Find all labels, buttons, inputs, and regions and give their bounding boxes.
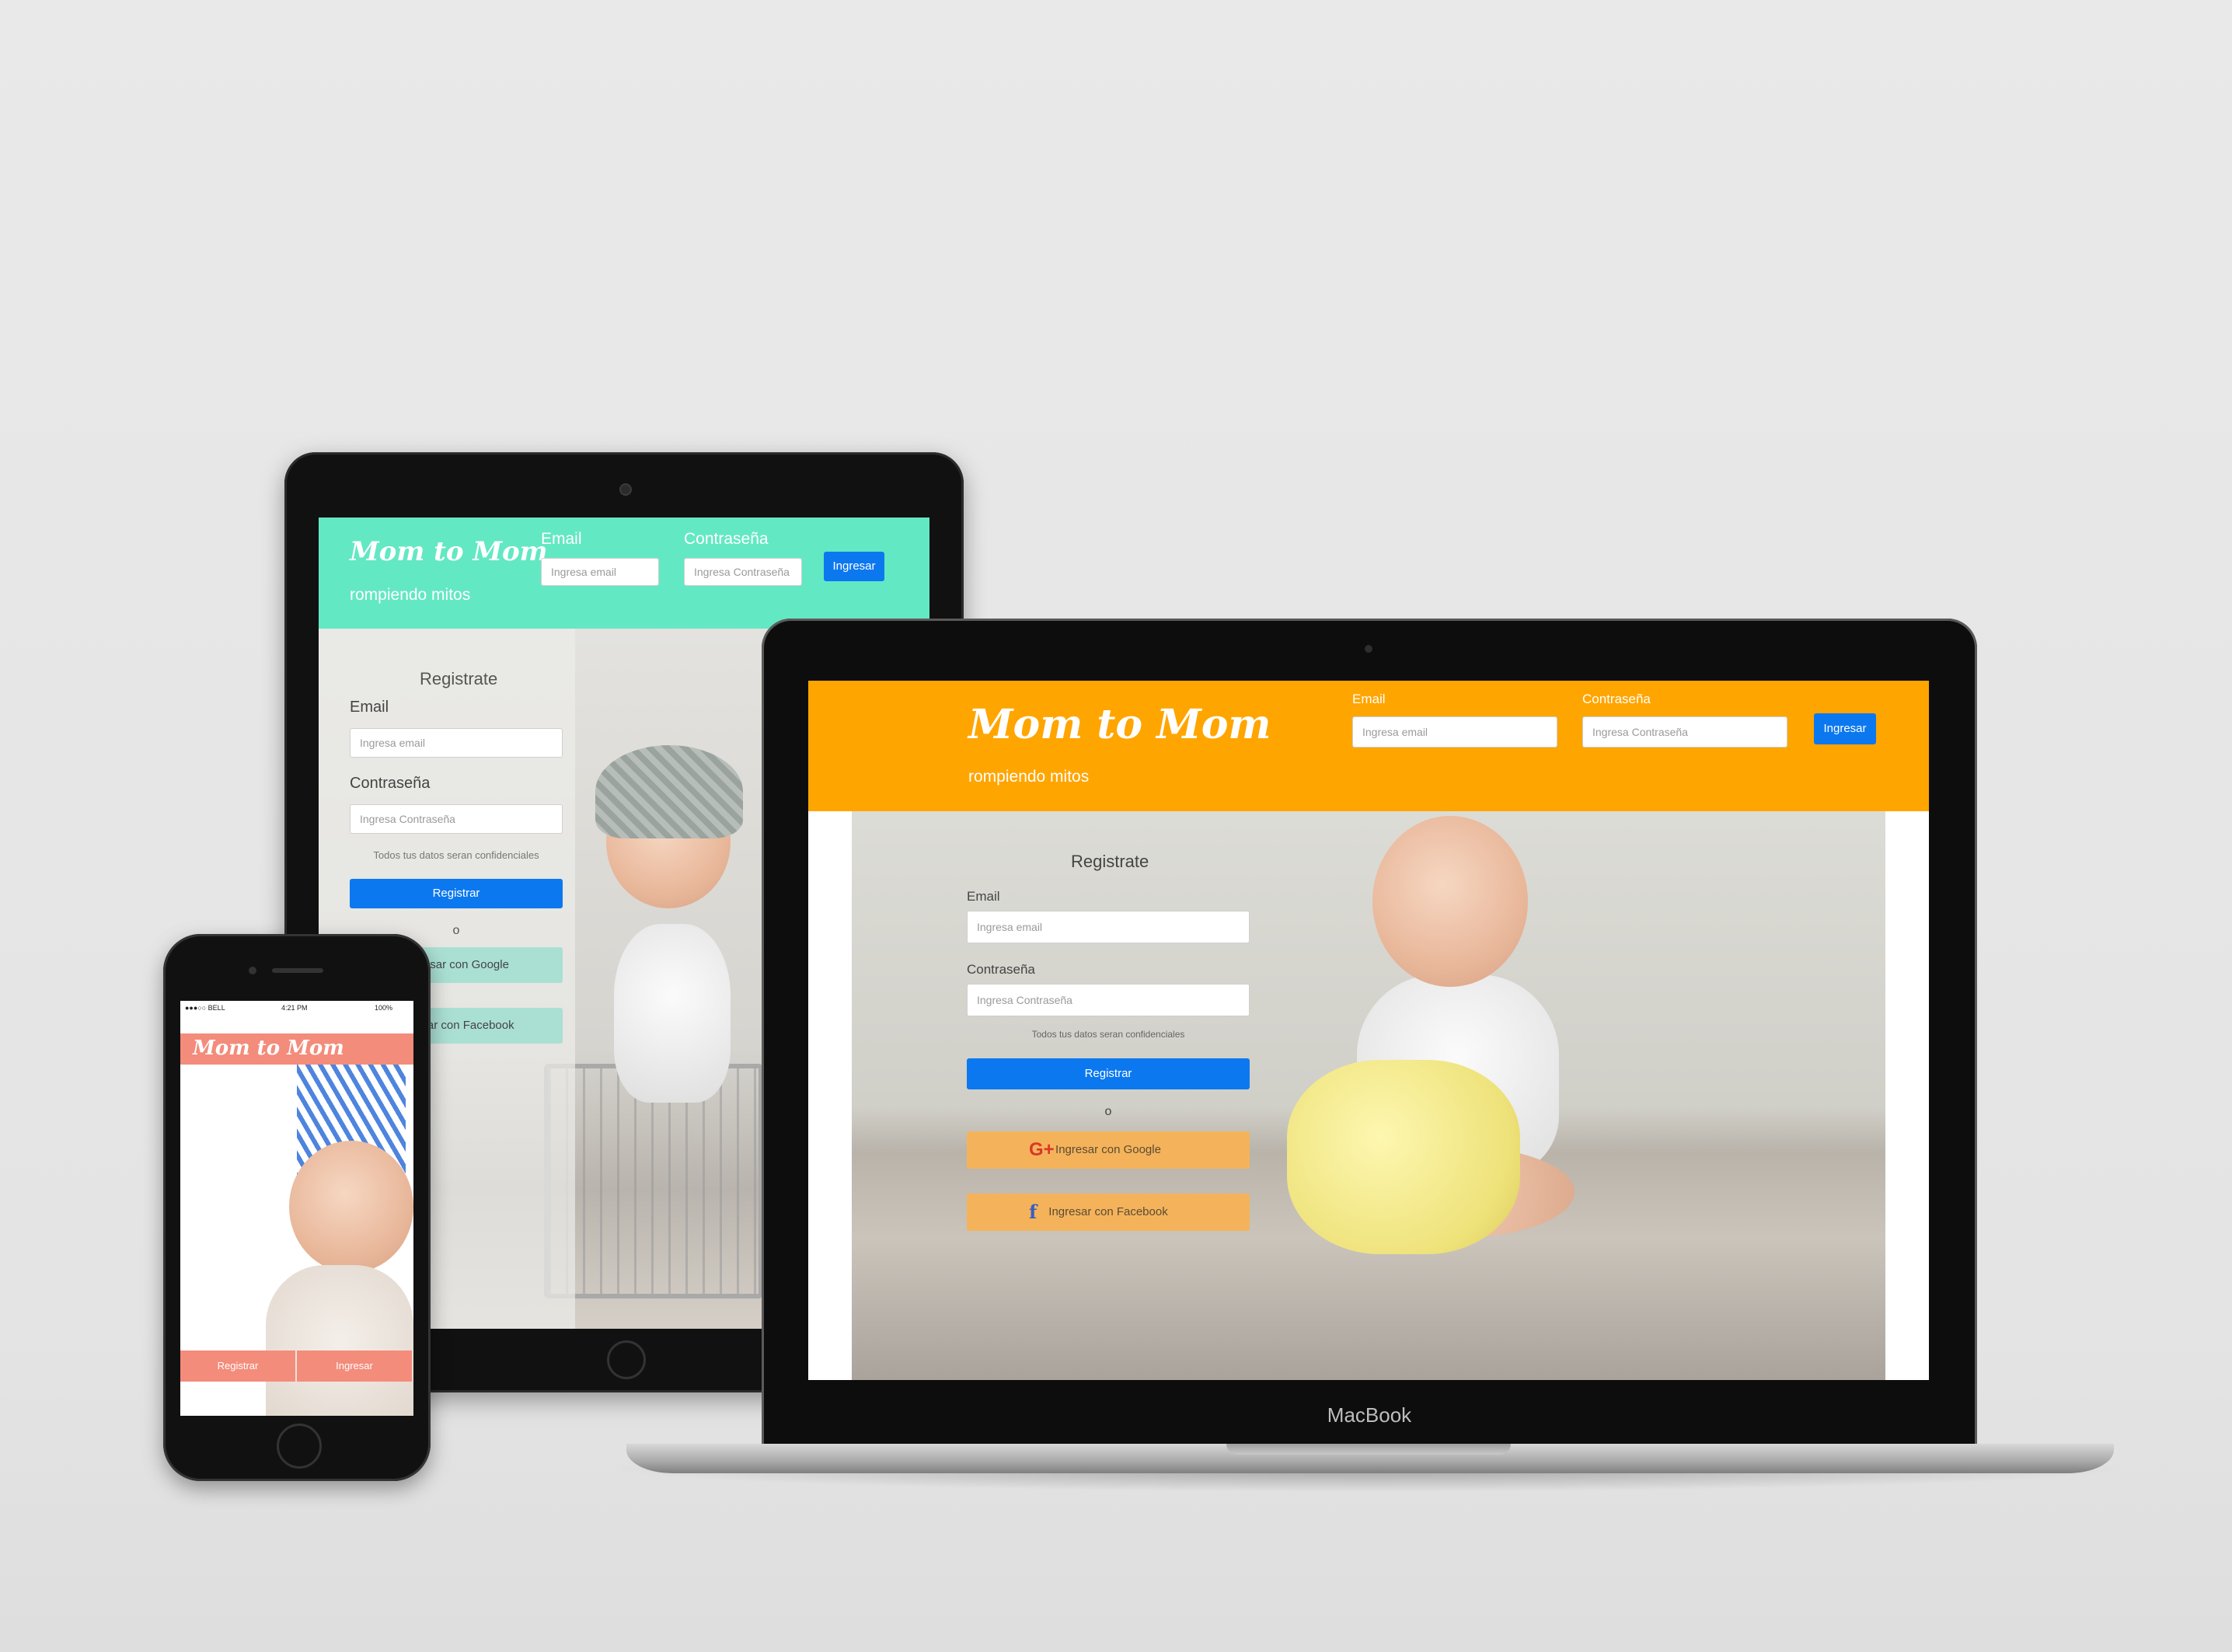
laptop-brand-label: MacBook xyxy=(1327,1403,1412,1427)
laptop-hero-photo: Registrate Email Ingresa email Contraseñ… xyxy=(852,811,1885,1380)
laptop-privacy-note: Todos tus datos seran confidenciales xyxy=(1031,1029,1185,1040)
laptop-header: Mom to Mom rompiendo mitos Email Ingresa… xyxy=(808,681,1929,811)
laptop-login-email-input[interactable]: Ingresa email xyxy=(1352,716,1557,748)
tablet-login-email-input[interactable]: Ingresa email xyxy=(541,558,659,586)
phone-battery: 100% xyxy=(375,1004,393,1012)
tablet-login-button[interactable]: Ingresar xyxy=(824,552,884,581)
mockup-scene: Mom to Mom rompiendo mitos Email Ingresa… xyxy=(0,0,2232,1652)
tablet-register-title: Registrate xyxy=(420,669,498,688)
phone-time: 4:21 PM xyxy=(281,1004,308,1012)
laptop-register-title: Registrate xyxy=(1071,852,1149,871)
phone-screen: ●●●○○ BELL 4:21 PM 100% Mom to Mom Regis… xyxy=(180,1001,413,1416)
tablet-register-email-input[interactable]: Ingresa email xyxy=(350,728,563,758)
laptop-register-password-input[interactable]: Ingresa Contraseña xyxy=(967,984,1250,1016)
phone-speaker xyxy=(272,968,323,973)
tablet-logo[interactable]: Mom to Mom xyxy=(350,536,548,567)
tablet-privacy-note: Todos tus datos seran confidenciales xyxy=(373,849,539,861)
laptop-facebook-label: Ingresar con Facebook xyxy=(1048,1205,1168,1218)
phone-device: ●●●○○ BELL 4:21 PM 100% Mom to Mom Regis… xyxy=(163,934,431,1481)
laptop-google-label: Ingresar con Google xyxy=(1055,1143,1161,1156)
phone-login-button[interactable]: Ingresar xyxy=(297,1351,412,1382)
laptop-device: Mom to Mom rompiendo mitos Email Ingresa… xyxy=(762,619,1977,1447)
laptop-register-password-label: Contraseña xyxy=(967,962,1035,977)
google-plus-icon: G+ xyxy=(1029,1139,1055,1160)
laptop-screen: Mom to Mom rompiendo mitos Email Ingresa… xyxy=(808,681,1929,1380)
tablet-login-email-label: Email xyxy=(541,530,582,548)
phone-header: Mom to Mom xyxy=(180,1033,413,1065)
laptop-login-button[interactable]: Ingresar xyxy=(1814,713,1876,744)
laptop-facebook-button[interactable]: f Ingresar con Facebook xyxy=(967,1194,1250,1231)
phone-camera xyxy=(249,967,256,974)
tablet-register-button[interactable]: Registrar xyxy=(350,879,563,908)
laptop-baby-head xyxy=(1372,816,1528,987)
laptop-register-email-label: Email xyxy=(967,889,1000,904)
phone-register-button[interactable]: Registrar xyxy=(180,1351,295,1382)
tablet-tagline: rompiendo mitos xyxy=(350,586,471,604)
laptop-google-button[interactable]: G+ Ingresar con Google xyxy=(967,1131,1250,1169)
laptop-login-email-label: Email xyxy=(1352,692,1386,706)
laptop-register-email-input[interactable]: Ingresa email xyxy=(967,911,1250,943)
tablet-register-password-input[interactable]: Ingresa Contraseña xyxy=(350,804,563,834)
laptop-register-button[interactable]: Registrar xyxy=(967,1058,1250,1089)
tablet-login-password-label: Contraseña xyxy=(684,530,769,548)
phone-logo[interactable]: Mom to Mom xyxy=(193,1037,344,1060)
phone-carrier: ●●●○○ BELL xyxy=(185,1004,225,1012)
laptop-yellow-blanket xyxy=(1287,1060,1520,1254)
laptop-or-separator: o xyxy=(1104,1105,1112,1118)
tablet-register-password-label: Contraseña xyxy=(350,775,431,792)
tablet-camera xyxy=(619,483,632,496)
laptop-login-password-label: Contraseña xyxy=(1582,692,1651,706)
phone-baby-head xyxy=(289,1141,413,1273)
tablet-owl-hat xyxy=(595,745,743,838)
laptop-camera xyxy=(1365,645,1372,653)
tablet-baby-body xyxy=(614,924,731,1103)
tablet-login-password-input[interactable]: Ingresa Contraseña xyxy=(684,558,802,586)
tablet-home-button xyxy=(607,1340,646,1379)
tablet-header: Mom to Mom rompiendo mitos Email Ingresa… xyxy=(319,518,929,629)
laptop-notch xyxy=(1226,1444,1511,1455)
phone-home-button xyxy=(277,1424,322,1469)
laptop-logo[interactable]: Mom to Mom xyxy=(968,701,1271,748)
phone-status-bar: ●●●○○ BELL 4:21 PM 100% xyxy=(180,1001,413,1015)
tablet-register-email-label: Email xyxy=(350,699,389,716)
laptop-login-password-input[interactable]: Ingresa Contraseña xyxy=(1582,716,1787,748)
laptop-tagline: rompiendo mitos xyxy=(968,768,1090,786)
facebook-icon: f xyxy=(1029,1201,1038,1223)
phone-baby-outfit xyxy=(266,1265,413,1416)
